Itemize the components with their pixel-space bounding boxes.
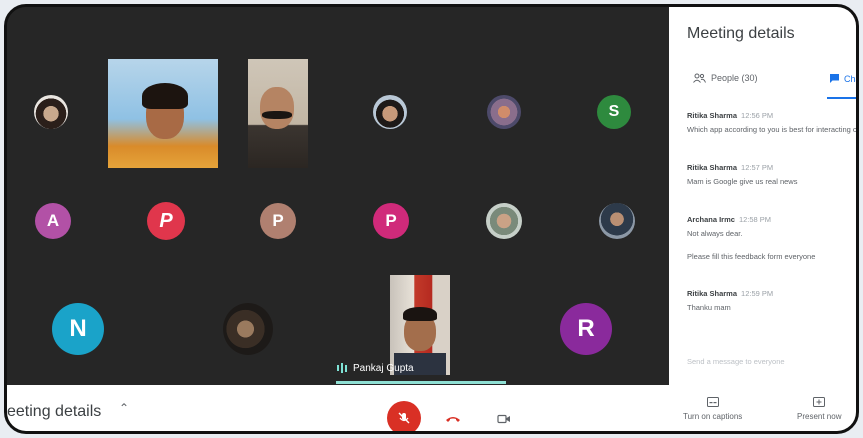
panel-tabs: People (30) Chat (669, 65, 856, 101)
captions-button[interactable]: Turn on captions (683, 397, 742, 421)
captions-icon (706, 397, 719, 407)
chat-sender: Ritika Sharma (687, 111, 738, 120)
participant-hair (142, 83, 188, 109)
participant-face (260, 87, 294, 129)
participant-photo-tile[interactable] (486, 203, 522, 239)
meeting-details-button[interactable]: eeting details (7, 403, 101, 421)
participant-photo-tile[interactable] (487, 95, 521, 129)
participant-avatar[interactable]: P (260, 203, 296, 239)
avatar-initial: R (577, 315, 595, 342)
chat-message: Ritika Sharma 12:57 PM Mam is Google give… (687, 163, 797, 186)
participant-avatar[interactable]: A (35, 203, 71, 239)
tab-chat-underline (827, 97, 856, 99)
chat-sender: Archana Irmc (687, 215, 735, 224)
microphone-toggle-button[interactable] (387, 401, 421, 431)
bottom-toolbar: eeting details ⌃ Turn on captions Presen… (7, 385, 856, 431)
chat-text: Thanku mam (687, 303, 731, 312)
meeting-details-panel: Meeting details People (30) Chat Ritika … (669, 7, 859, 385)
speaking-indicator-icon (337, 363, 347, 373)
chat-time: 12:57 PM (741, 163, 774, 172)
chat-text: Not always dear. (687, 229, 743, 238)
chevron-up-icon[interactable]: ⌃ (119, 401, 129, 415)
participant-avatar[interactable]: N (52, 303, 104, 355)
camera-toggle-button[interactable] (492, 407, 516, 431)
participant-grid: S A P P P N R Pankaj Gupta (7, 7, 669, 385)
chat-sender: Ritika Sharma (687, 289, 738, 298)
participant-video-tile[interactable] (248, 59, 308, 168)
tab-people[interactable]: People (30) (693, 73, 758, 83)
participant-photo-tile[interactable] (34, 95, 68, 129)
avatar-initial: A (46, 211, 60, 230)
chat-time: 12:56 PM (741, 111, 774, 120)
active-speaker-label: Pankaj Gupta (337, 359, 414, 377)
active-speaker-name: Pankaj Gupta (353, 362, 414, 374)
participant-photo-tile[interactable] (373, 95, 407, 129)
avatar-initial: P (159, 209, 173, 232)
tab-chat-label: Chat (844, 73, 856, 84)
participant-photo-tile[interactable] (223, 303, 273, 355)
present-icon (813, 397, 826, 407)
chat-message-input[interactable]: Send a message to everyone (687, 357, 785, 366)
panel-title: Meeting details (687, 25, 795, 42)
people-icon (693, 73, 706, 83)
participant-avatar[interactable]: S (597, 95, 631, 129)
participant-hair (403, 307, 437, 321)
avatar-initial: N (69, 315, 87, 342)
captions-label: Turn on captions (683, 412, 743, 421)
chat-time: 12:59 PM (741, 289, 774, 298)
chat-text: Please fill this feedback form everyone (687, 252, 816, 261)
avatar-initial: P (272, 211, 284, 230)
participant-video-tile[interactable] (108, 59, 218, 168)
phone-hangup-icon (446, 417, 460, 422)
active-speaker-underline (336, 381, 506, 384)
hangup-button[interactable] (441, 407, 465, 431)
participant-avatar[interactable]: P (373, 203, 409, 239)
participant-photo-tile[interactable] (599, 203, 635, 239)
camera-icon (497, 414, 510, 424)
avatar-initial: S (608, 103, 620, 120)
chat-message: Archana Irmc 12:58 PM Not always dear. Pl… (687, 215, 815, 261)
avatar-initial: P (385, 211, 397, 230)
participant-avatar[interactable]: R (560, 303, 612, 355)
participant-avatar[interactable]: P (147, 202, 185, 240)
present-label: Present now (797, 412, 842, 421)
chat-text: Which app according to you is best for i… (687, 125, 859, 134)
screenshot-frame: S A P P P N R Pankaj Gupta Meeting detai… (4, 4, 859, 434)
chat-time: 12:58 PM (738, 215, 772, 224)
tab-chat[interactable]: Chat (829, 73, 856, 84)
chat-message: Ritika Sharma 12:56 PM Which app accordin… (687, 111, 859, 134)
chat-sender: Ritika Sharma (687, 163, 738, 172)
chat-icon (830, 74, 839, 83)
mic-off-icon (398, 412, 410, 424)
chat-text: Mam is Google give us real news (687, 177, 798, 186)
tab-people-label: People (30) (711, 73, 758, 83)
chat-message: Ritika Sharma 12:59 PM Thanku mam (687, 289, 773, 312)
present-now-button[interactable]: Present now (797, 397, 841, 421)
participant-mustache (262, 111, 292, 119)
